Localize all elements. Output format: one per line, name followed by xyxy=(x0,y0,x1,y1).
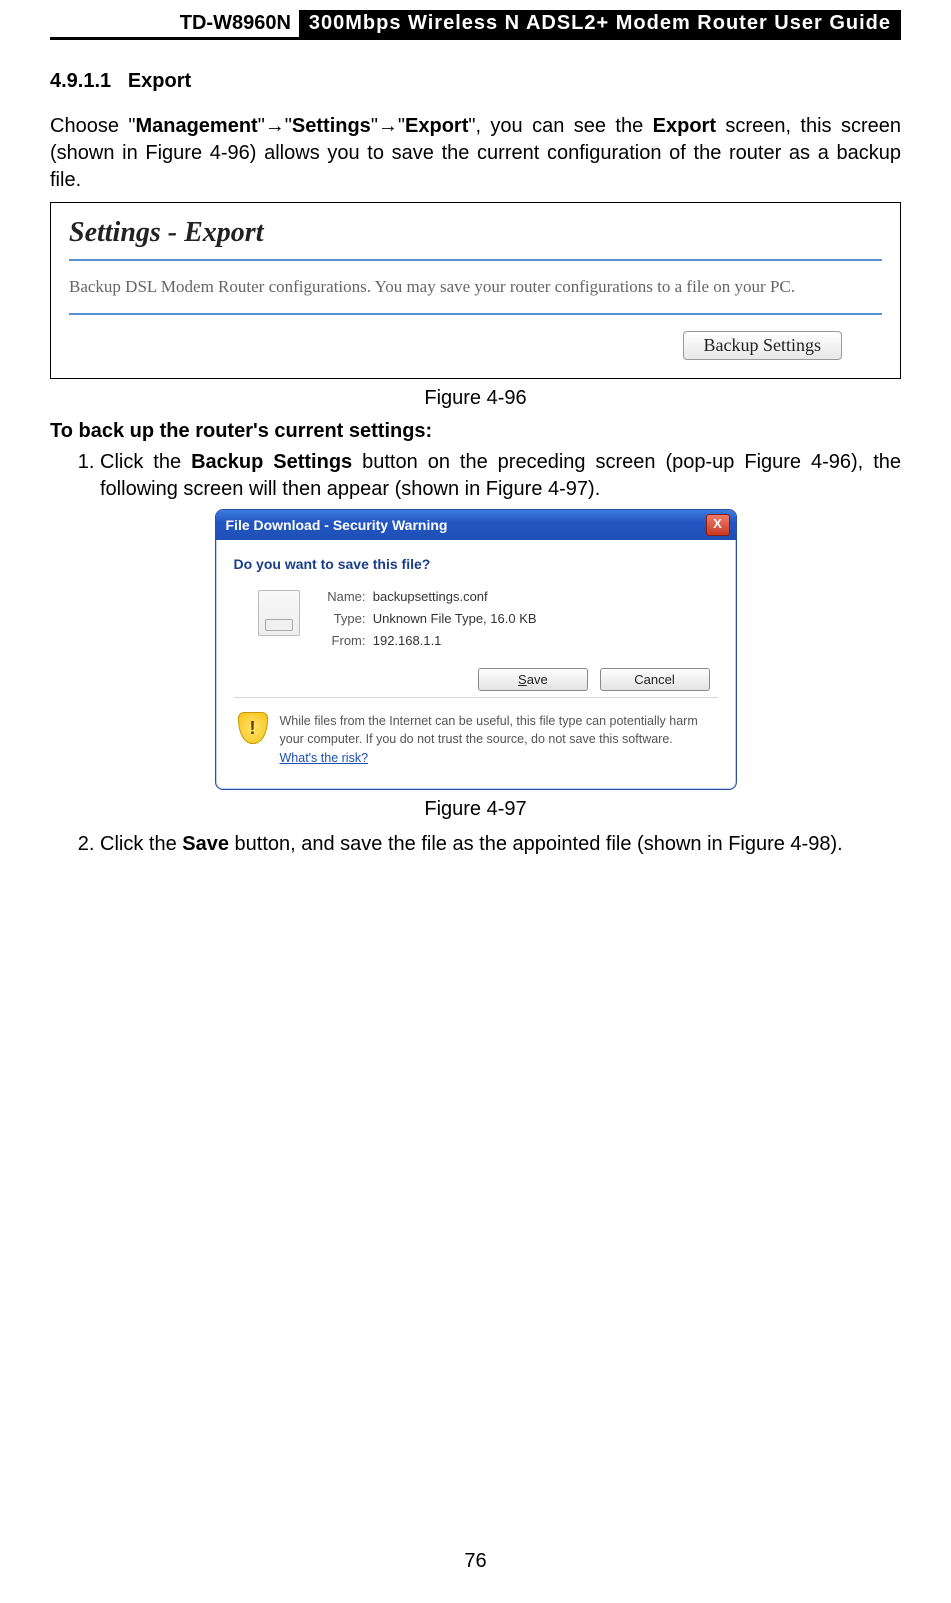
section-name: Export xyxy=(128,70,191,92)
file-name-value: backupsettings.conf xyxy=(373,589,488,604)
blue-separator xyxy=(69,313,882,315)
dialog-titlebar: File Download - Security Warning X xyxy=(216,510,736,540)
settings-export-description: Backup DSL Modem Router configurations. … xyxy=(69,277,882,297)
page-number: 76 xyxy=(0,1550,951,1573)
page-header: TD-W8960N 300Mbps Wireless N ADSL2+ Mode… xyxy=(50,10,901,37)
close-button[interactable]: X xyxy=(706,514,730,536)
figure-4-97-caption: Figure 4-97 xyxy=(50,798,901,821)
whats-the-risk-link[interactable]: What's the risk? xyxy=(280,751,369,765)
backup-settings-button[interactable]: Backup Settings xyxy=(683,331,843,360)
file-type-value: Unknown File Type, 16.0 KB xyxy=(373,611,537,626)
security-warning-text: While files from the Internet can be use… xyxy=(280,712,714,766)
step-2: Click the Save button, and save the file… xyxy=(100,831,901,858)
header-rule xyxy=(50,37,901,40)
figure-4-96-caption: Figure 4-96 xyxy=(50,387,901,410)
warning-shield-icon: ! xyxy=(238,712,268,742)
blue-separator xyxy=(69,259,882,261)
settings-export-title: Settings - Export xyxy=(69,217,882,249)
file-from-value: 192.168.1.1 xyxy=(373,633,442,648)
type-label: Type: xyxy=(316,608,366,630)
model-number: TD-W8960N xyxy=(172,10,299,37)
backup-subheading: To back up the router's current settings… xyxy=(50,420,901,443)
dialog-separator xyxy=(234,697,718,698)
section-heading: 4.9.1.1 Export xyxy=(50,70,901,93)
file-icon xyxy=(258,590,300,636)
section-number: 4.9.1.1 xyxy=(50,70,111,92)
figure-4-96-screenshot: Settings - Export Backup DSL Modem Route… xyxy=(50,202,901,379)
step-1: Click the Backup Settings button on the … xyxy=(100,449,901,503)
dialog-title: File Download - Security Warning xyxy=(226,517,448,533)
intro-paragraph: Choose "Management"→"Settings"→"Export",… xyxy=(50,113,901,194)
from-label: From: xyxy=(316,630,366,652)
file-download-dialog: File Download - Security Warning X Do yo… xyxy=(215,509,737,790)
file-details: Name: backupsettings.conf Type: Unknown … xyxy=(316,586,537,652)
dialog-question: Do you want to save this file? xyxy=(234,556,718,572)
save-button[interactable]: Save xyxy=(478,668,588,691)
guide-title: 300Mbps Wireless N ADSL2+ Modem Router U… xyxy=(299,10,901,37)
cancel-button[interactable]: Cancel xyxy=(600,668,710,691)
steps-list: Click the Backup Settings button on the … xyxy=(50,449,901,503)
name-label: Name: xyxy=(316,586,366,608)
steps-list-continued: Click the Save button, and save the file… xyxy=(50,831,901,858)
